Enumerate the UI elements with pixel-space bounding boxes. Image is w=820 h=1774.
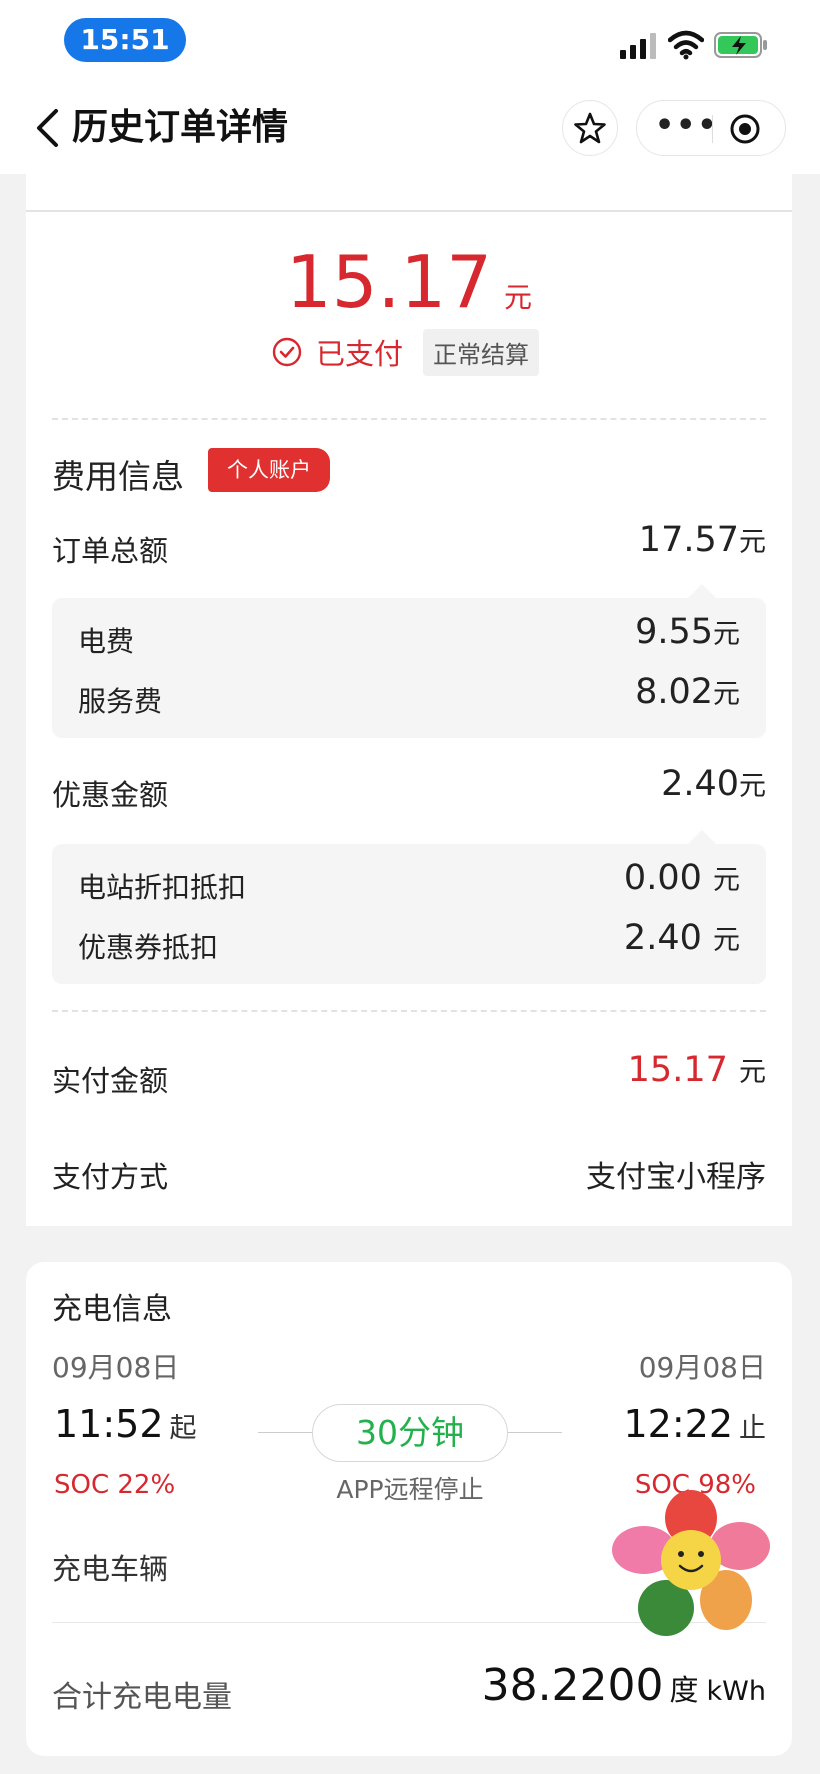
fee-item-label: 服务费 [78, 685, 163, 718]
charging-section-title: 充电信息 [52, 1292, 172, 1327]
fee-item-value: 9.55元 [635, 612, 740, 652]
fee-item-number: 9.55 [635, 612, 713, 652]
payment-method-label: 支付方式 [52, 1160, 169, 1194]
nav-bar: 历史订单详情 ••• [0, 80, 820, 174]
total-energy-value: 38.2200 度 kWh [482, 1660, 766, 1711]
back-arrow-icon[interactable] [30, 108, 66, 148]
discount-item-label: 电站折扣抵扣 [78, 871, 247, 904]
amount-unit: 元 [504, 281, 533, 314]
total-energy-label: 合计充电电量 [52, 1680, 232, 1715]
fee-item-unit: 元 [713, 619, 740, 650]
discount-item-number: 0.00 [623, 858, 702, 898]
miniprogram-capsule: ••• [636, 100, 786, 156]
paid-amount-label: 实付金额 [52, 1064, 169, 1098]
fee-breakdown-box: 电费 9.55元 服务费 8.02元 [52, 584, 766, 738]
battery-charging-icon [714, 32, 767, 58]
discount-breakdown-box: 电站折扣抵扣 0.00 元 优惠券抵扣 2.40 元 [52, 830, 766, 984]
paid-total-amount: 15.17 元 [26, 240, 792, 324]
total-energy-unit-du: 度 [669, 1673, 699, 1707]
more-icon[interactable]: ••• [655, 111, 717, 143]
fee-item-unit: 元 [713, 679, 740, 710]
discount-item-unit: 元 [713, 865, 740, 896]
start-date: 09月08日 [52, 1351, 180, 1384]
amount-number: 15.17 [285, 240, 493, 324]
discount-number: 2.40 [661, 764, 739, 804]
discount-item-number: 2.40 [623, 918, 702, 958]
payment-method-value: 支付宝小程序 [586, 1160, 766, 1195]
start-time: 11:52 起 [54, 1402, 197, 1446]
discount-unit: 元 [739, 771, 766, 802]
star-icon [574, 112, 606, 144]
status-bar: 15:51 [0, 0, 820, 80]
duration-line-right [508, 1432, 562, 1433]
fee-card: 15.17 元 已支付 正常结算 费用信息 个人账户 订单总额 17.57元 电费… [26, 174, 792, 1236]
start-time-value: 11:52 [54, 1402, 164, 1446]
wifi-icon [668, 30, 704, 60]
account-badge: 个人账户 [208, 448, 330, 492]
order-total-unit: 元 [739, 527, 766, 558]
fee-item-label: 电费 [78, 625, 135, 658]
duration-pill: 30分钟 [312, 1404, 508, 1462]
paid-status: 已支付 [316, 337, 404, 371]
end-time: 12:22 止 [623, 1402, 766, 1446]
flower-sticker-icon [612, 1490, 770, 1636]
settle-tag: 正常结算 [423, 328, 540, 376]
discount-label: 优惠金额 [52, 778, 169, 812]
check-circle-icon [272, 337, 302, 367]
page-title: 历史订单详情 [72, 107, 289, 148]
order-total-number: 17.57 [638, 520, 739, 560]
fee-section-title: 费用信息 [52, 457, 184, 496]
end-date: 09月08日 [638, 1351, 766, 1384]
vehicle-label: 充电车辆 [52, 1552, 169, 1586]
total-energy-number: 38.2200 [481, 1660, 664, 1711]
stop-reason: APP远程停止 [336, 1475, 484, 1504]
order-total-label: 订单总额 [52, 534, 169, 568]
status-time: 15:51 [64, 18, 186, 62]
paid-amount-number: 15.17 [627, 1050, 728, 1090]
duration-line-left [258, 1432, 312, 1433]
discount-item-label: 优惠券抵扣 [78, 931, 219, 964]
payment-status-row: 已支付 正常结算 [272, 328, 540, 376]
discount-item-value: 2.40 元 [624, 918, 740, 958]
favorite-button[interactable] [562, 100, 618, 156]
discount-value: 2.40元 [661, 764, 766, 804]
discount-item-value: 0.00 元 [624, 858, 740, 898]
paid-amount-unit: 元 [739, 1057, 766, 1088]
capsule-divider [712, 115, 713, 143]
ticket-edge [27, 1227, 792, 1236]
end-suffix: 止 [739, 1413, 766, 1444]
discount-item-unit: 元 [713, 925, 740, 956]
signal-icon [620, 33, 656, 59]
close-target-icon[interactable] [729, 113, 761, 145]
card-top-divider [26, 210, 792, 212]
dashed-divider [52, 418, 766, 420]
start-suffix: 起 [169, 1413, 197, 1444]
fee-item-number: 8.02 [635, 672, 713, 712]
box-notch [688, 584, 716, 598]
total-energy-unit-kwh: kWh [706, 1676, 766, 1707]
box-notch [688, 830, 716, 844]
fee-item-value: 8.02元 [635, 672, 740, 712]
dashed-divider [52, 1010, 766, 1012]
end-time-value: 12:22 [623, 1402, 733, 1446]
order-total-value: 17.57元 [639, 520, 766, 560]
paid-amount-value: 15.17 元 [628, 1050, 766, 1090]
start-soc: SOC 22% [54, 1470, 176, 1500]
